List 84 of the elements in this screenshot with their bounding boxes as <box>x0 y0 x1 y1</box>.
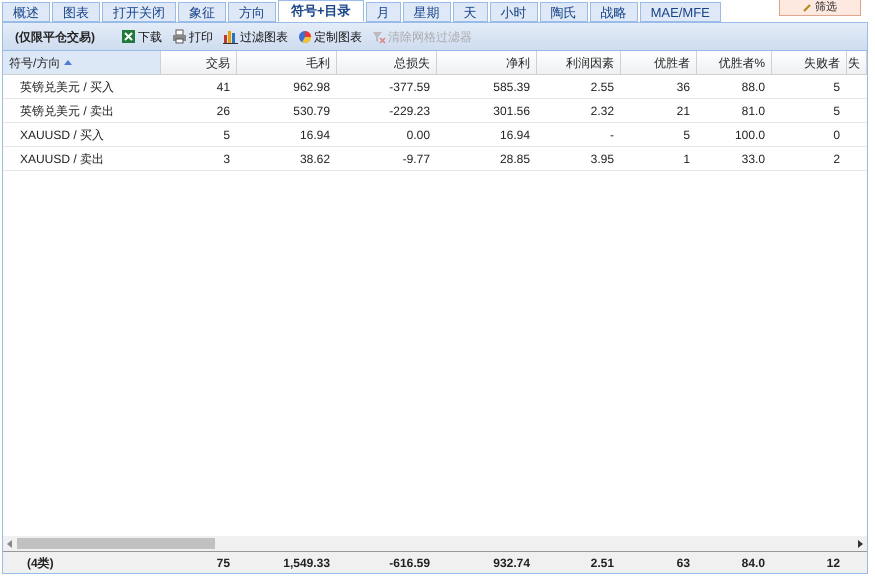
tab[interactable]: 打开关闭 <box>102 2 176 22</box>
table-cell-text: 2 <box>832 150 841 168</box>
sort-ascending-icon <box>64 60 72 65</box>
summary-cell-text: 12 <box>826 554 841 572</box>
toolbar-button[interactable]: 定制图表 <box>298 28 362 46</box>
table-cell-text: XAUUSD / 买入 <box>19 126 106 144</box>
column-header[interactable]: 利润因素 <box>537 51 621 74</box>
table-cell-text: 2.32 <box>590 102 615 120</box>
tab[interactable]: 月 <box>366 2 401 22</box>
toolbar-title: (仅限平仓交易) <box>15 28 95 46</box>
table-cell-text: 36 <box>676 78 691 96</box>
column-header[interactable]: 失败者 <box>772 51 847 74</box>
pencil-icon <box>803 4 811 12</box>
table-cell-text: 0.00 <box>406 126 431 144</box>
column-header[interactable]: 净利 <box>437 51 537 74</box>
column-header[interactable]: 优胜者% <box>697 51 772 74</box>
table-cell-text: 英镑兑美元 / 卖出 <box>19 102 116 120</box>
table-cell-text: XAUUSD / 卖出 <box>19 150 106 168</box>
column-header[interactable]: 交易 <box>161 51 237 74</box>
tab[interactable]: 陶氏 <box>540 2 588 22</box>
table-cell-text: 5 <box>832 102 841 120</box>
tab[interactable]: MAE/MFE <box>640 2 721 22</box>
summary-cell-text: 932.74 <box>492 554 531 572</box>
table-cell-text: 33.0 <box>740 150 766 168</box>
scroll-left-icon[interactable] <box>5 540 15 548</box>
column-header[interactable]: 总损失 <box>337 51 437 74</box>
tab[interactable]: 小时 <box>490 2 538 22</box>
table-cell-text: 5 <box>682 126 691 144</box>
tab[interactable]: 概述 <box>2 2 50 22</box>
summary-cell-text: -616.59 <box>388 554 431 572</box>
toolbar-button[interactable]: 过滤图表 <box>223 28 288 46</box>
printer-icon <box>172 29 187 44</box>
scrollbar-thumb[interactable] <box>17 538 215 549</box>
bar-chart-icon <box>223 29 238 44</box>
column-header[interactable]: 毛利 <box>237 51 337 74</box>
spreadsheet-icon <box>121 29 136 44</box>
tab[interactable]: 象征 <box>178 2 226 22</box>
table-cell-text: 585.39 <box>492 78 531 96</box>
table-cell-text: 16.94 <box>298 126 331 144</box>
table-cell-text: 100.0 <box>734 126 766 144</box>
table-cell-text: -377.59 <box>388 78 431 96</box>
filter-clear-icon <box>372 30 386 44</box>
table-cell-text: 81.0 <box>740 102 766 120</box>
table-cell-text: -229.23 <box>388 102 431 120</box>
column-header[interactable]: 失 <box>847 51 867 74</box>
table-cell-text: 530.79 <box>292 102 331 120</box>
tab[interactable]: 天 <box>452 2 488 22</box>
table-cell-text: 21 <box>676 102 691 120</box>
table-cell-text: 3.95 <box>590 150 615 168</box>
tab[interactable]: 方向 <box>228 2 276 22</box>
table-cell-text: 3 <box>222 150 231 168</box>
table-cell-text: 28.85 <box>498 150 531 168</box>
table-cell-text: - <box>609 126 615 144</box>
table-cell-text: 2.55 <box>590 78 615 96</box>
table-cell-text: 301.56 <box>492 102 531 120</box>
summary-cell-text: 2.51 <box>590 554 615 572</box>
summary-cell-text: (4类) <box>26 554 55 572</box>
toolbar-button[interactable]: 打印 <box>172 28 213 46</box>
summary-cell-text: 84.0 <box>740 554 766 572</box>
toolbar-button[interactable]: 下载 <box>121 28 162 46</box>
table-cell-text: 38.62 <box>298 150 331 168</box>
table-cell-text: 41 <box>216 78 231 96</box>
column-header[interactable]: 优胜者 <box>621 51 697 74</box>
table-cell-text: 5 <box>832 78 841 96</box>
summary-cell-text: 63 <box>676 554 691 572</box>
table-cell-text: 962.98 <box>292 78 331 96</box>
table-cell-text: 1 <box>682 150 691 168</box>
scroll-right-icon[interactable] <box>855 540 865 548</box>
summary-cell-text: 1,549.33 <box>282 554 331 572</box>
table-cell-text: 88.0 <box>740 78 766 96</box>
pie-chart-icon <box>298 30 312 44</box>
summary-cell-text: 75 <box>216 554 231 572</box>
table-cell-text: 26 <box>216 102 231 120</box>
tab[interactable]: 符号+目录 <box>278 0 364 22</box>
tab[interactable]: 战略 <box>590 2 638 22</box>
column-header[interactable]: 符号/方向 <box>3 51 161 74</box>
filter-button[interactable]: 筛选 <box>779 0 861 16</box>
tab[interactable]: 星期 <box>402 2 451 22</box>
table-cell-text: 5 <box>222 126 231 144</box>
table-cell-text: -9.77 <box>402 150 431 168</box>
table-cell-text: 英镑兑美元 / 买入 <box>19 78 116 96</box>
tab[interactable]: 图表 <box>52 2 100 22</box>
table-cell-text: 0 <box>832 126 841 144</box>
table-cell-text: 16.94 <box>498 126 531 144</box>
